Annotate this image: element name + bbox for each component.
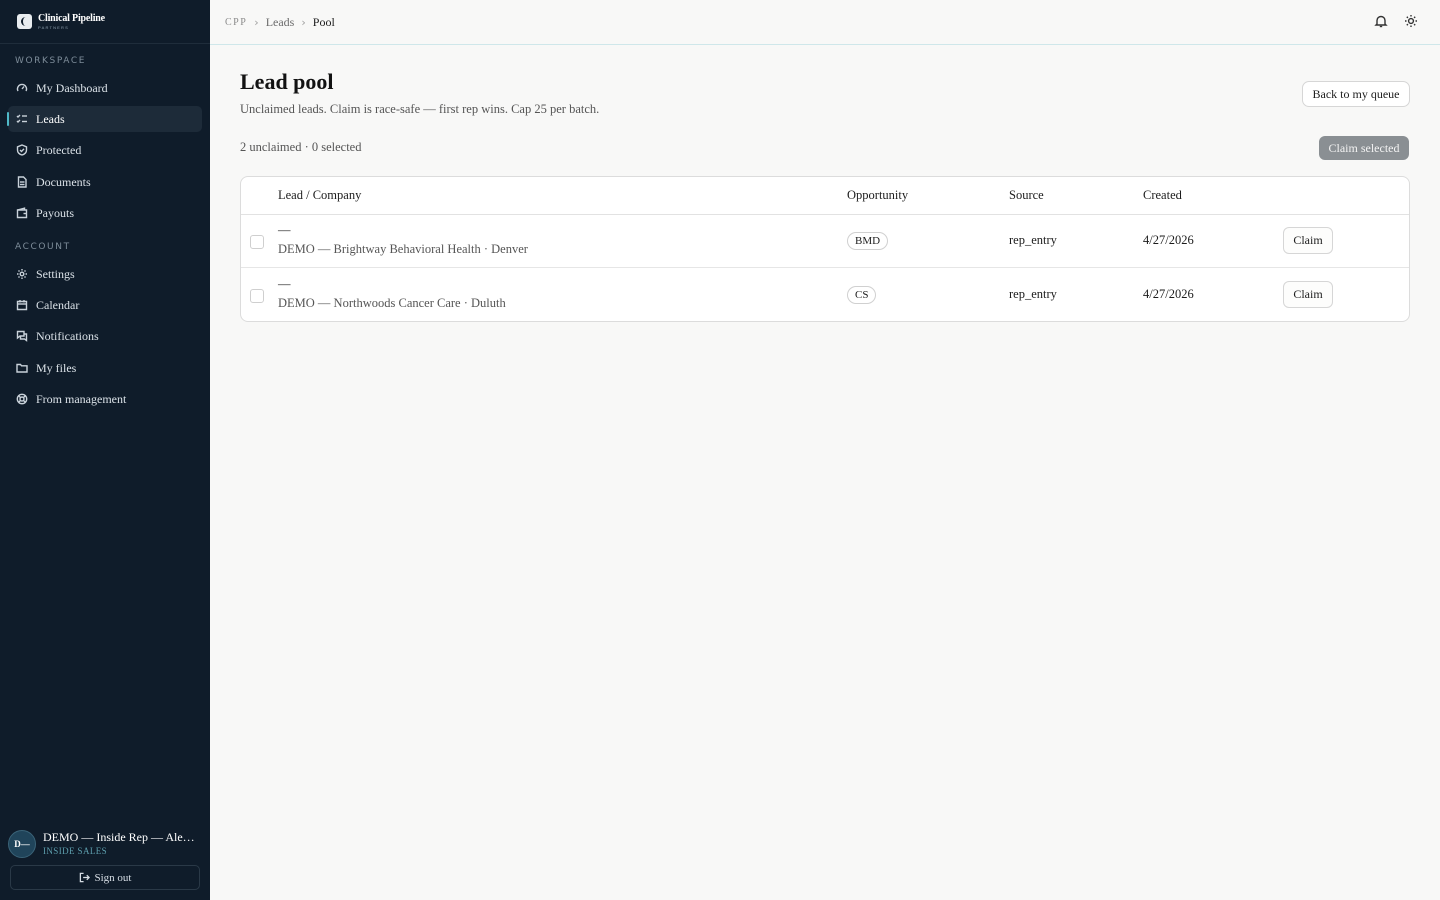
workspace-section-label: WORKSPACE (15, 56, 87, 66)
sidebar-item-documents[interactable]: Documents (8, 169, 202, 195)
folder-icon (16, 362, 28, 374)
sidebar-item-calendar[interactable]: Calendar (8, 292, 202, 318)
column-header-lead-company: Lead / Company (278, 188, 362, 202)
sign-out-icon (79, 872, 90, 883)
sidebar-item-label: Settings (36, 266, 75, 281)
lead-company: DEMO — Northwoods Cancer Care · Duluth (278, 296, 506, 310)
claim-selected-button[interactable]: Claim selected (1319, 136, 1409, 160)
lead-source: rep_entry (1009, 287, 1057, 301)
sidebar: Clinical Pipeline PARTNERS WORKSPACE My … (0, 0, 210, 900)
sidebar-item-label: Notifications (36, 328, 99, 343)
sidebar-item-label: From management (36, 391, 127, 406)
shield-check-icon (16, 144, 28, 156)
calendar-icon (16, 299, 28, 311)
sidebar-item-leads[interactable]: Leads (7, 106, 202, 132)
breadcrumb-separator-icon: › (301, 15, 306, 29)
sidebar-item-payouts[interactable]: Payouts (8, 200, 202, 226)
table-row: — DEMO — Northwoods Cancer Care · Duluth… (241, 269, 1409, 321)
lead-name: — (278, 277, 291, 291)
list-check-icon (16, 113, 28, 125)
opportunity-badge: BMD (847, 232, 889, 250)
breadcrumb-leads[interactable]: Leads (266, 15, 295, 30)
sidebar-item-notifications[interactable]: Notifications (8, 323, 202, 349)
sign-out-button[interactable]: Sign out (10, 865, 200, 890)
back-to-queue-button[interactable]: Back to my queue (1302, 81, 1410, 107)
page-title: Lead pool (240, 69, 334, 94)
lead-source: rep_entry (1009, 233, 1057, 247)
brand-name: Clinical Pipeline (38, 12, 105, 24)
sidebar-item-my-dashboard[interactable]: My Dashboard (8, 75, 202, 101)
sidebar-item-label: Documents (36, 174, 91, 189)
sign-out-label: Sign out (94, 871, 132, 884)
breadcrumb-root[interactable]: CPP (225, 17, 247, 28)
user-role: INSIDE SALES (43, 845, 108, 856)
lead-created-date: 4/27/2026 (1143, 233, 1194, 247)
sidebar-item-label: Calendar (36, 297, 80, 312)
row-select-checkbox[interactable] (250, 235, 264, 249)
account-section-label: ACCOUNT (15, 242, 71, 252)
table-header: Lead / Company Opportunity Source Create… (241, 177, 1409, 215)
table-row: — DEMO — Brightway Behavioral Health · D… (241, 215, 1409, 268)
brand-mark-icon (17, 14, 32, 29)
brand-subtitle: PARTNERS (38, 24, 70, 30)
column-header-opportunity: Opportunity (847, 188, 909, 202)
wallet-icon (16, 207, 28, 219)
claim-button[interactable]: Claim (1283, 281, 1333, 308)
top-bar: CPP › Leads › Pool (210, 0, 1440, 45)
bell-icon[interactable] (1374, 14, 1388, 28)
lead-company: DEMO — Brightway Behavioral Health · Den… (278, 242, 528, 256)
sidebar-item-protected[interactable]: Protected (8, 137, 202, 163)
avatar: D— (8, 830, 36, 858)
lead-name: — (278, 223, 291, 237)
sidebar-item-from-management[interactable]: From management (8, 386, 202, 412)
sidebar-item-label: Payouts (36, 205, 75, 220)
column-header-source: Source (1009, 188, 1044, 202)
breadcrumb-separator-icon: › (254, 15, 259, 29)
sun-icon[interactable] (1404, 14, 1418, 28)
document-icon (16, 176, 28, 188)
message-icon (16, 330, 28, 342)
sidebar-item-my-files[interactable]: My files (8, 355, 202, 381)
user-name: DEMO — Inside Rep — Alex Rivera (43, 831, 199, 845)
sidebar-item-label: Leads (36, 111, 65, 126)
sidebar-item-label: Protected (36, 142, 82, 157)
lead-pool-table: Lead / Company Opportunity Source Create… (240, 176, 1410, 322)
lead-created-date: 4/27/2026 (1143, 287, 1194, 301)
sidebar-item-label: My files (36, 360, 77, 375)
breadcrumb: CPP › Leads › Pool (225, 15, 335, 30)
claim-button[interactable]: Claim (1283, 227, 1333, 254)
page-subtitle: Unclaimed leads. Claim is race-safe — fi… (240, 102, 600, 116)
lifebuoy-icon (16, 393, 28, 405)
selection-counts: 2 unclaimed · 0 selected (240, 140, 362, 154)
breadcrumb-current: Pool (312, 14, 335, 29)
user-profile[interactable]: D— DEMO — Inside Rep — Alex Rivera INSID… (8, 829, 202, 859)
opportunity-badge: CS (847, 286, 877, 304)
gauge-icon (16, 82, 28, 94)
row-select-checkbox[interactable] (250, 289, 264, 303)
sidebar-item-settings[interactable]: Settings (8, 261, 202, 287)
column-header-created: Created (1143, 188, 1182, 202)
brand-logo[interactable]: Clinical Pipeline PARTNERS (0, 0, 210, 44)
gear-icon (16, 268, 28, 280)
sidebar-item-label: My Dashboard (36, 80, 108, 95)
